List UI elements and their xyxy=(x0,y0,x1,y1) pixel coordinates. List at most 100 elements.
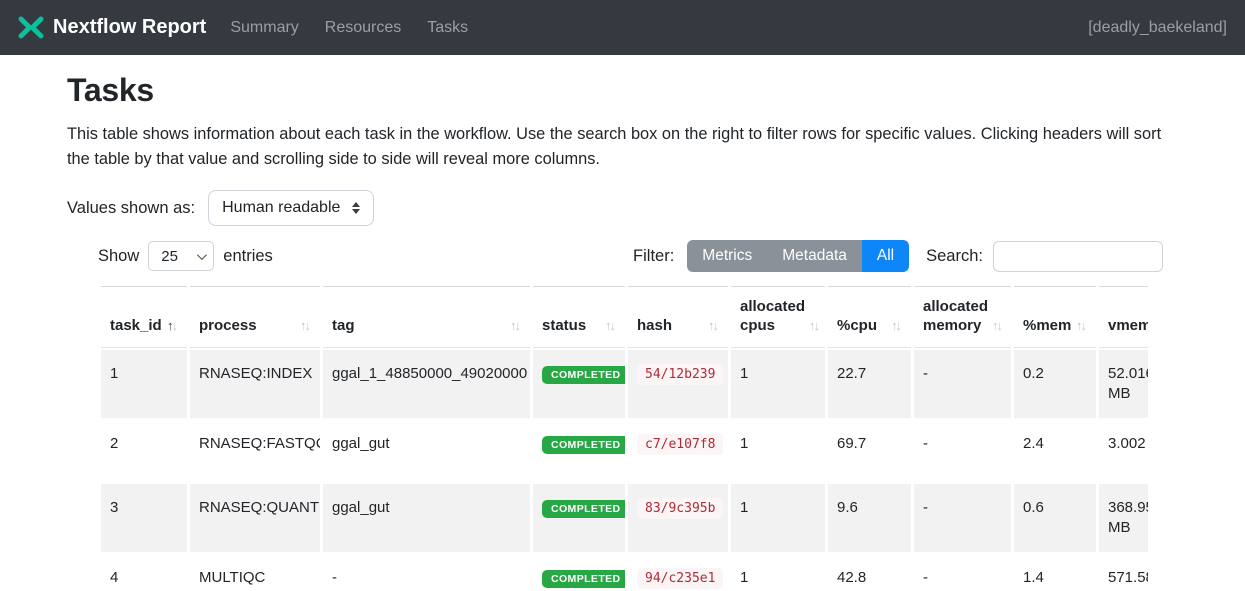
cell-allocated_memory: - xyxy=(914,554,1011,591)
cell-status: COMPLETED xyxy=(533,484,625,552)
cell-vmem: 571.58 MB xyxy=(1099,554,1148,591)
sort-arrows-icon: ↑↓ xyxy=(605,316,616,335)
sort-arrows-icon: ↑↓ xyxy=(300,316,311,335)
entries-prefix-label: Show xyxy=(98,247,139,266)
cell-tag: ggal_gut xyxy=(323,484,530,552)
cell-vmem: 52.016 MB xyxy=(1099,350,1148,418)
column-label: allocated cpus xyxy=(740,297,805,335)
nav-item-resources[interactable]: Resources xyxy=(325,19,401,37)
cell-hash: 83/9c395b xyxy=(628,484,728,552)
column-header-pct_mem[interactable]: %mem ↑↓ xyxy=(1014,286,1096,348)
tasks-table: task_id↑↓process↑↓tag↑↓status↑↓hash↑↓all… xyxy=(98,284,1148,591)
column-header-pct_cpu[interactable]: %cpu↑↓ xyxy=(828,286,911,348)
entries-suffix-label: entries xyxy=(223,247,273,266)
cell-allocated_cpus: 1 xyxy=(731,554,825,591)
filter-button-metrics[interactable]: Metrics xyxy=(687,240,767,272)
table-header-row: task_id↑↓process↑↓tag↑↓status↑↓hash↑↓all… xyxy=(101,286,1148,348)
nav-item-tasks[interactable]: Tasks xyxy=(427,19,468,37)
nav-links: Summary Resources Tasks xyxy=(230,19,468,37)
nextflow-logo-icon xyxy=(18,16,44,39)
column-label: status xyxy=(542,316,586,335)
table-body: 1RNASEQ:INDEXggal_1_48850000_49020000COM… xyxy=(101,350,1148,591)
cell-task_id: 2 xyxy=(101,420,187,482)
column-label: vmem xyxy=(1108,316,1148,335)
column-header-process[interactable]: process ↑↓ xyxy=(190,286,320,348)
cell-hash: 94/c235e1 xyxy=(628,554,728,591)
column-header-task_id[interactable]: task_id↑↓ xyxy=(101,286,187,348)
hash-code: c7/e107f8 xyxy=(637,434,723,455)
values-shown-label: Values shown as: xyxy=(67,199,195,218)
column-label: %cpu xyxy=(837,316,877,335)
cell-task_id: 3 xyxy=(101,484,187,552)
cell-pct_cpu: 22.7 xyxy=(828,350,911,418)
column-header-vmem[interactable]: vmem↑↓ xyxy=(1099,286,1148,348)
filter-label: Filter: xyxy=(633,247,674,266)
filter-button-metadata[interactable]: Metadata xyxy=(767,240,862,272)
hash-code: 94/c235e1 xyxy=(637,568,723,589)
cell-process: RNASEQ:QUANT xyxy=(190,484,320,552)
sort-arrows-icon: ↑↓ xyxy=(708,316,719,335)
column-label: %mem xyxy=(1023,316,1071,335)
cell-tag: ggal_1_48850000_49020000 xyxy=(323,350,530,418)
cell-allocated_memory: - xyxy=(914,420,1011,482)
table-controls: Show 25 entries Filter: Metrics Metadata… xyxy=(98,240,1163,272)
nav-item-summary[interactable]: Summary xyxy=(230,19,298,37)
sort-arrows-icon: ↑↓ xyxy=(809,316,820,335)
cell-allocated_memory: - xyxy=(914,484,1011,552)
cell-pct_mem: 0.6 xyxy=(1014,484,1096,552)
column-header-tag[interactable]: tag ↑↓ xyxy=(323,286,530,348)
column-label: tag xyxy=(332,316,355,335)
table-scroll-area[interactable]: task_id↑↓process↑↓tag↑↓status↑↓hash↑↓all… xyxy=(98,284,1148,591)
cell-hash: 54/12b239 xyxy=(628,350,728,418)
filter-button-all[interactable]: All xyxy=(862,240,909,272)
status-badge: COMPLETED xyxy=(542,500,625,518)
run-name-badge: [deadly_baekeland] xyxy=(1088,19,1227,37)
cell-process: RNASEQ:INDEX xyxy=(190,350,320,418)
cell-tag: ggal_gut xyxy=(323,420,530,482)
column-header-allocated_cpus[interactable]: allocated cpus↑↓ xyxy=(731,286,825,348)
sort-arrows-icon: ↑↓ xyxy=(1076,316,1087,335)
cell-status: COMPLETED xyxy=(533,420,625,482)
entries-selected: 25 xyxy=(161,248,178,265)
column-header-status[interactable]: status ↑↓ xyxy=(533,286,625,348)
cell-vmem: 368.95 MB xyxy=(1099,484,1148,552)
cell-tag: - xyxy=(323,554,530,591)
cell-pct_mem: 1.4 xyxy=(1014,554,1096,591)
cell-status: COMPLETED xyxy=(533,350,625,418)
datatable-wrapper: Show 25 entries Filter: Metrics Metadata… xyxy=(98,240,1163,591)
values-format-selected: Human readable xyxy=(222,199,340,217)
chevron-down-icon xyxy=(197,250,207,260)
cell-pct_mem: 2.4 xyxy=(1014,420,1096,482)
filter-control: Filter: Metrics Metadata All xyxy=(633,240,909,272)
cell-pct_cpu: 69.7 xyxy=(828,420,911,482)
hash-code: 54/12b239 xyxy=(637,364,723,385)
table-row: 3RNASEQ:QUANTggal_gut COMPLETED 83/9c395b 1… xyxy=(101,484,1148,552)
cell-task_id: 4 xyxy=(101,554,187,591)
filter-button-group: Metrics Metadata All xyxy=(687,240,909,272)
entries-length-select[interactable]: 25 xyxy=(148,241,214,271)
dual-caret-icon xyxy=(352,202,360,214)
brand[interactable]: Nextflow Report xyxy=(18,16,206,39)
sort-arrows-icon: ↑↓ xyxy=(992,316,1003,335)
cell-hash: c7/e107f8 xyxy=(628,420,728,482)
cell-pct_cpu: 42.8 xyxy=(828,554,911,591)
entries-control: Show 25 entries xyxy=(98,241,273,271)
column-header-allocated_memory[interactable]: allocated memory↑↓ xyxy=(914,286,1011,348)
table-row: 4MULTIQC-COMPLETED94/c235e1142.8-1.4571.… xyxy=(101,554,1148,591)
main-content: Tasks This table shows information about… xyxy=(0,55,1245,591)
values-shown-row: Values shown as: Human readable xyxy=(67,190,1178,226)
cell-process: MULTIQC xyxy=(190,554,320,591)
column-label: allocated memory xyxy=(923,297,988,335)
search-input[interactable] xyxy=(993,241,1163,272)
search-label: Search: xyxy=(926,247,983,266)
page-description: This table shows information about each … xyxy=(67,122,1171,171)
cell-pct_mem: 0.2 xyxy=(1014,350,1096,418)
column-label: process xyxy=(199,316,257,335)
values-format-select[interactable]: Human readable xyxy=(208,190,374,226)
search-control: Search: xyxy=(926,241,1163,272)
brand-title: Nextflow Report xyxy=(53,16,206,39)
cell-allocated_cpus: 1 xyxy=(731,484,825,552)
sort-arrows-icon: ↑↓ xyxy=(510,316,521,335)
column-header-hash[interactable]: hash↑↓ xyxy=(628,286,728,348)
hash-code: 83/9c395b xyxy=(637,498,723,519)
